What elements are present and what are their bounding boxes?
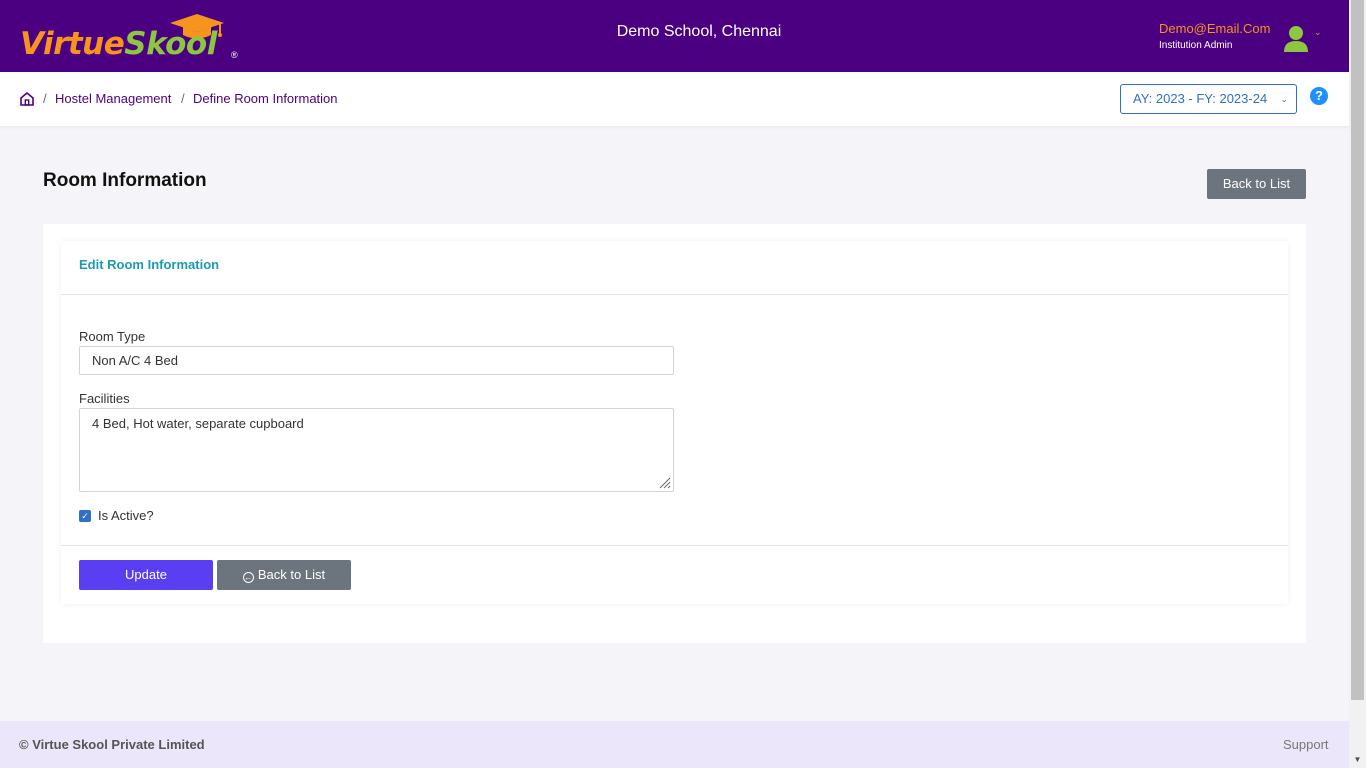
page-footer: © Virtue Skool Private Limited Support [0, 721, 1349, 768]
support-link[interactable]: Support [1283, 737, 1329, 752]
chevron-down-icon[interactable]: ⌄ [1314, 27, 1322, 38]
breadcrumb-hostel-management[interactable]: Hostel Management [55, 91, 171, 106]
chevron-down-icon: ⌄ [1280, 94, 1288, 104]
logo-virtue: Virtue [20, 26, 125, 62]
card-divider [61, 294, 1288, 295]
breadcrumb-separator: / [43, 91, 47, 106]
user-role: Institution Admin [1159, 40, 1233, 51]
help-icon[interactable]: ? [1310, 87, 1328, 105]
card-footer-divider [61, 545, 1288, 546]
card-title: Edit Room Information [79, 257, 220, 272]
breadcrumb-define-room-information: Define Room Information [193, 91, 338, 106]
virtueskool-logo[interactable]: VirtueSkool ® [18, 12, 248, 62]
scroll-down-arrow-icon[interactable]: ▼ [1349, 755, 1366, 764]
back-to-list-button-bottom[interactable]: ← Back to List [217, 560, 351, 590]
update-button[interactable]: Update [79, 560, 213, 590]
home-icon[interactable] [19, 91, 35, 107]
user-email[interactable]: Demo@Email.Com [1159, 21, 1270, 36]
arrow-left-circle-icon: ← [242, 572, 254, 583]
back-to-list-button[interactable]: Back to List [1207, 169, 1306, 199]
page-title: Room Information [43, 170, 207, 191]
back-to-list-label: Back to List [257, 567, 326, 582]
breadcrumb-separator: / [181, 91, 185, 106]
room-type-label: Room Type [79, 329, 146, 344]
page-scrollbar[interactable]: ▼ [1349, 0, 1366, 768]
top-header: VirtueSkool ® Demo School, Chennai Demo@… [0, 0, 1349, 72]
academic-year-label: AY: 2023 - FY: 2023-24 [1133, 91, 1268, 106]
copyright-text: © Virtue Skool Private Limited [19, 737, 205, 752]
facilities-textarea[interactable]: 4 Bed, Hot water, separate cupboard [79, 408, 674, 492]
logo-skool: Skool [124, 26, 217, 62]
scroll-thumb[interactable] [1351, 0, 1364, 700]
facilities-label: Facilities [79, 391, 130, 406]
registered-mark: ® [231, 50, 238, 60]
logo-wordmark: VirtueSkool [20, 26, 217, 62]
is-active-label[interactable]: Is Active? [98, 508, 154, 523]
room-type-input[interactable] [79, 346, 674, 375]
user-avatar-icon[interactable] [1283, 24, 1309, 52]
school-name: Demo School, Chennai [616, 23, 782, 40]
breadcrumb-bar: / Hostel Management / Define Room Inform… [0, 72, 1349, 126]
resize-handle-icon[interactable] [659, 477, 671, 489]
academic-year-select[interactable]: AY: 2023 - FY: 2023-24 ⌄ [1120, 84, 1297, 114]
is-active-checkbox[interactable]: ✓ [79, 510, 91, 522]
